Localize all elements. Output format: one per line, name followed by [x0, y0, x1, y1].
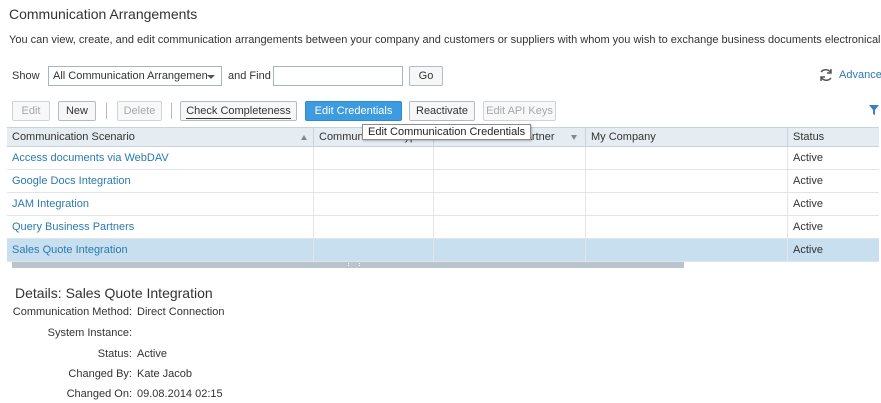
status-cell: Active: [793, 221, 823, 233]
reactivate-button[interactable]: Reactivate: [409, 101, 475, 121]
show-label: Show: [12, 70, 40, 82]
column-header-scenario[interactable]: Communication Scenario: [7, 128, 314, 147]
status-cell: Active: [793, 244, 823, 256]
page-description: You can view, create, and edit communica…: [9, 34, 881, 46]
new-button[interactable]: New: [58, 101, 96, 121]
filter-icon[interactable]: [868, 104, 880, 116]
column-header-label: My Company: [591, 131, 656, 143]
partner-cell: [434, 170, 586, 192]
details-title: Details: Sales Quote Integration: [15, 285, 213, 301]
type-cell: [314, 170, 434, 192]
horizontal-scrollbar[interactable]: [12, 262, 684, 268]
delete-button[interactable]: Delete: [117, 101, 162, 121]
status-cell: Active: [793, 152, 823, 164]
find-label: and Find: [228, 70, 271, 82]
edit-api-keys-button[interactable]: Edit API Keys: [483, 101, 556, 121]
table-row[interactable]: Access documents via WebDAV Active: [7, 147, 879, 170]
toolbar-separator: [171, 103, 172, 119]
type-cell: [314, 193, 434, 215]
scenario-link[interactable]: JAM Integration: [7, 193, 314, 215]
check-completeness-label: Check Completeness: [186, 105, 291, 119]
partner-cell: [434, 193, 586, 215]
system-instance-label: System Instance:: [47, 327, 132, 339]
changed-on-value: 09.08.2014 02:15: [137, 388, 223, 400]
company-cell: [586, 216, 788, 238]
advanced-link[interactable]: Advanced: [818, 67, 881, 83]
communication-method-value: Direct Connection: [137, 306, 225, 318]
scenario-link[interactable]: Google Docs Integration: [7, 170, 314, 192]
status-label: Status:: [97, 348, 132, 360]
sort-ascending-icon: [301, 135, 307, 140]
status-value: Active: [137, 348, 167, 360]
company-cell: [586, 239, 788, 261]
column-header-label: Status: [793, 131, 825, 143]
page-title: Communication Arrangements: [9, 6, 198, 22]
partner-cell: [434, 216, 586, 238]
status-cell: Active: [793, 198, 823, 210]
type-cell: [314, 147, 434, 169]
company-cell: [586, 193, 788, 215]
column-header-label: Communication Scenario: [12, 131, 135, 143]
changed-by-label: Changed By:: [68, 368, 132, 380]
show-select-value: All Communication Arrangemen: [53, 70, 208, 82]
advanced-label: Advanced: [839, 69, 881, 81]
type-cell: [314, 239, 434, 261]
table-row[interactable]: Google Docs Integration Active: [7, 170, 879, 193]
edit-credentials-tooltip: Edit Communication Credentials: [362, 124, 532, 140]
changed-by-link[interactable]: Kate Jacob: [137, 368, 192, 380]
check-completeness-button[interactable]: Check Completeness: [180, 101, 297, 121]
arrangements-table: Communication Scenario Communication Typ…: [7, 127, 879, 263]
chevron-down-icon: [207, 75, 215, 79]
column-filter-icon: [571, 135, 577, 140]
partner-cell: [434, 147, 586, 169]
column-header-company[interactable]: My Company: [586, 128, 788, 147]
column-header-status[interactable]: Status: [788, 128, 879, 147]
communication-method-label: Communication Method:: [12, 306, 132, 318]
company-cell: [586, 170, 788, 192]
scenario-link[interactable]: Sales Quote Integration: [7, 239, 314, 261]
type-cell: [314, 216, 434, 238]
scenario-link[interactable]: Access documents via WebDAV: [7, 147, 314, 169]
table-row-selected[interactable]: Sales Quote Integration Active: [7, 239, 879, 262]
edit-button[interactable]: Edit: [12, 101, 50, 121]
table-row[interactable]: JAM Integration Active: [7, 193, 879, 216]
toolbar-separator: [106, 103, 107, 119]
edit-credentials-button[interactable]: Edit Credentials: [305, 101, 402, 121]
table-row[interactable]: Query Business Partners Active: [7, 216, 879, 239]
show-select[interactable]: All Communication Arrangemen: [48, 66, 222, 86]
find-input[interactable]: [273, 66, 403, 86]
status-cell: Active: [793, 175, 823, 187]
partner-cell: [434, 239, 586, 261]
company-cell: [586, 147, 788, 169]
scrollbar-grip: [348, 263, 360, 266]
go-button[interactable]: Go: [409, 66, 443, 86]
refresh-icon: [820, 69, 832, 81]
changed-on-label: Changed On:: [66, 388, 132, 400]
scenario-link[interactable]: Query Business Partners: [7, 216, 314, 238]
